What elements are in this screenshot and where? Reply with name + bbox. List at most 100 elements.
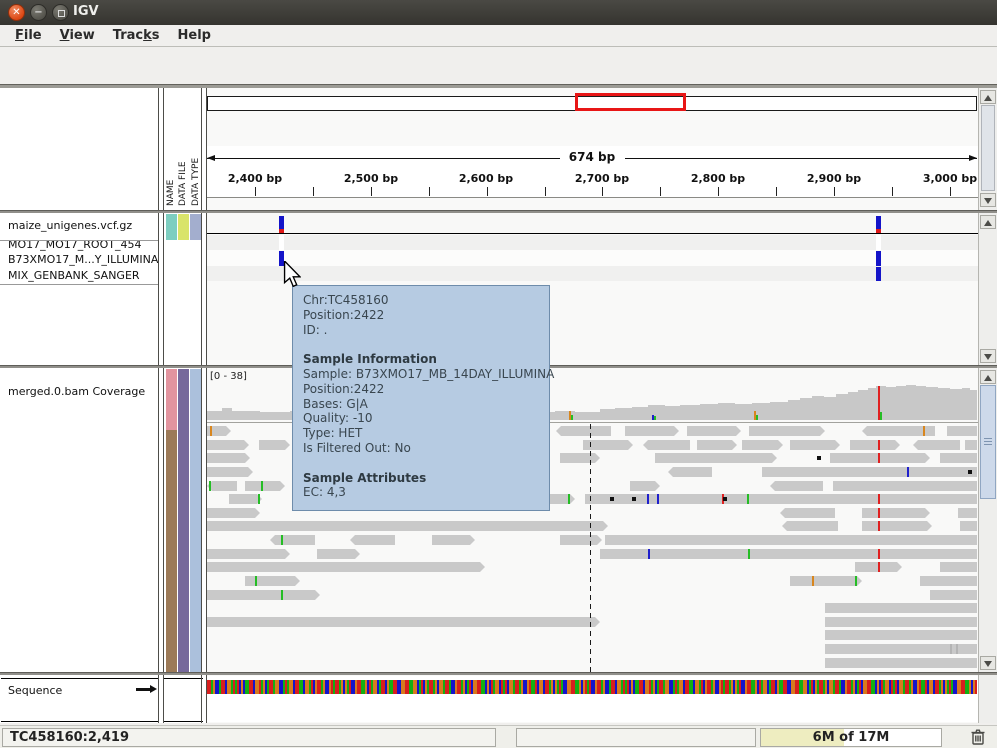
- alignment-read[interactable]: [207, 508, 260, 518]
- alignment-read[interactable]: [940, 562, 977, 572]
- alignment-read[interactable]: [207, 590, 320, 600]
- alignment-read[interactable]: [940, 453, 977, 463]
- alignment-read[interactable]: [207, 521, 608, 531]
- attribute-strip[interactable]: [166, 369, 177, 430]
- track-name-label[interactable]: B73XMO17_M...Y_ILLUMINA: [8, 253, 158, 266]
- alignment-read[interactable]: [560, 535, 602, 545]
- read-snp-mark: [923, 426, 925, 436]
- attribute-strip[interactable]: [178, 369, 189, 672]
- trash-icon[interactable]: [968, 727, 988, 748]
- alignment-read[interactable]: [825, 658, 977, 668]
- attribute-strip[interactable]: [190, 369, 201, 672]
- alignment-read[interactable]: [749, 426, 825, 436]
- alignment-read[interactable]: [947, 426, 977, 436]
- attribute-strip[interactable]: [166, 430, 177, 672]
- variant-mark[interactable]: [279, 235, 284, 250]
- scrollbar-thumb[interactable]: [981, 105, 995, 191]
- alignment-read[interactable]: [643, 440, 690, 450]
- variant-mark[interactable]: [876, 229, 881, 233]
- alignment-read[interactable]: [600, 549, 977, 559]
- alignment-read[interactable]: [920, 576, 977, 586]
- alignment-read[interactable]: [207, 617, 600, 627]
- alignment-read[interactable]: [825, 617, 977, 627]
- alignment-read[interactable]: [965, 440, 977, 450]
- scrollbar-down-button[interactable]: [980, 193, 996, 207]
- alignment-read[interactable]: [207, 481, 237, 491]
- alignment-read[interactable]: [245, 576, 300, 586]
- menu-tracks[interactable]: Tracks: [104, 26, 169, 45]
- menu-file[interactable]: File: [6, 26, 51, 45]
- variant-mark[interactable]: [876, 235, 881, 250]
- alignment-read[interactable]: [605, 535, 977, 545]
- alignment-read[interactable]: [625, 426, 679, 436]
- sequence-base[interactable]: [975, 680, 977, 694]
- variant-mark[interactable]: [279, 229, 284, 233]
- alignment-read[interactable]: [742, 440, 783, 450]
- close-icon[interactable]: ✕: [8, 4, 25, 21]
- alignment-read[interactable]: [687, 426, 741, 436]
- attribute-strip[interactable]: [166, 214, 177, 240]
- alignment-read[interactable]: [668, 467, 712, 477]
- alignment-read[interactable]: [245, 481, 285, 491]
- alignment-read[interactable]: [913, 440, 960, 450]
- alignment-read[interactable]: [560, 453, 600, 463]
- variant-mark[interactable]: [279, 216, 284, 229]
- attribute-strip[interactable]: [190, 214, 201, 240]
- track-name-label[interactable]: Sequence: [8, 684, 62, 697]
- alignment-read[interactable]: [207, 467, 253, 477]
- alignment-read[interactable]: [207, 549, 290, 559]
- track-name-label[interactable]: maize_unigenes.vcf.gz: [8, 219, 132, 232]
- maximize-icon[interactable]: [52, 4, 69, 21]
- alignment-read[interactable]: [207, 440, 249, 450]
- alignment-read[interactable]: [630, 481, 660, 491]
- menu-view[interactable]: View: [51, 26, 104, 45]
- scrollbar-down-button[interactable]: [980, 656, 996, 670]
- variant-mark[interactable]: [876, 251, 881, 266]
- alignment-read[interactable]: [770, 481, 823, 491]
- alignment-read[interactable]: [850, 440, 900, 450]
- alignment-read[interactable]: [697, 440, 737, 450]
- menu-help[interactable]: Help: [169, 26, 220, 45]
- alignment-read[interactable]: [833, 481, 977, 491]
- alignment-read[interactable]: [432, 535, 475, 545]
- alignment-read[interactable]: [259, 440, 290, 450]
- alignment-read[interactable]: [350, 535, 395, 545]
- scrollbar-thumb[interactable]: [980, 385, 996, 499]
- variant-mark[interactable]: [876, 216, 881, 229]
- alignment-read[interactable]: [958, 508, 977, 518]
- panel-splitter[interactable]: [0, 210, 997, 213]
- scrollbar-down-button[interactable]: [980, 349, 996, 363]
- alignment-read[interactable]: [825, 644, 977, 654]
- alignment-read[interactable]: [207, 562, 485, 572]
- alignment-read[interactable]: [930, 590, 977, 600]
- alignment-read[interactable]: [790, 576, 862, 586]
- alignment-read[interactable]: [830, 453, 930, 463]
- alignment-read[interactable]: [780, 508, 835, 518]
- minimize-icon[interactable]: −: [30, 4, 47, 21]
- alignment-read[interactable]: [585, 494, 977, 504]
- alignment-read[interactable]: [825, 630, 977, 640]
- alignment-read[interactable]: [790, 440, 840, 450]
- alignment-read[interactable]: [270, 535, 315, 545]
- scrollbar-up-button[interactable]: [980, 215, 996, 229]
- panel-splitter[interactable]: [0, 672, 997, 675]
- alignment-read[interactable]: [960, 521, 977, 531]
- alignment-read[interactable]: [862, 521, 932, 531]
- scrollbar-up-button[interactable]: [980, 370, 996, 384]
- roi-box[interactable]: [575, 93, 686, 111]
- attribute-strip[interactable]: [178, 214, 189, 240]
- track-name-label[interactable]: MIX_GENBANK_SANGER: [8, 269, 140, 282]
- alignment-read[interactable]: [207, 453, 250, 463]
- scrollbar-up-button[interactable]: [980, 90, 996, 104]
- alignment-read[interactable]: [862, 508, 930, 518]
- coverage-snp-tick: [654, 416, 656, 420]
- alignment-read[interactable]: [782, 521, 838, 531]
- track-name-label[interactable]: merged.0.bam Coverage: [8, 385, 145, 398]
- variant-mark[interactable]: [876, 267, 881, 281]
- alignment-read[interactable]: [655, 453, 777, 463]
- alignment-read[interactable]: [317, 549, 360, 559]
- alignment-read[interactable]: [825, 603, 977, 613]
- alignment-read[interactable]: [762, 467, 977, 477]
- coverage-bar: [858, 390, 868, 420]
- alignment-read[interactable]: [556, 426, 611, 436]
